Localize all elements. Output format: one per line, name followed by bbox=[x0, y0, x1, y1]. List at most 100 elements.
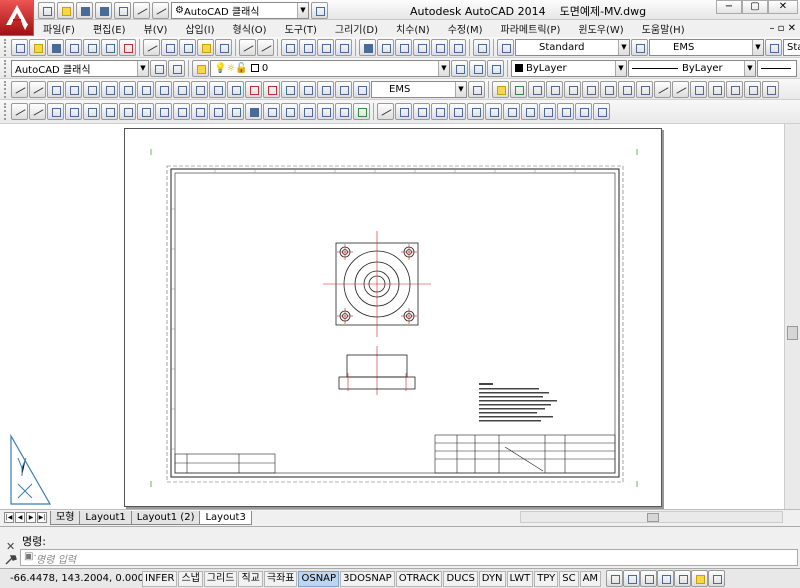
toolbar-grip[interactable] bbox=[4, 103, 8, 120]
table-icon[interactable] bbox=[317, 103, 334, 120]
color-combo[interactable]: ByLayer ▼ bbox=[511, 59, 627, 77]
offset-icon[interactable] bbox=[546, 80, 563, 98]
vertical-scrollbar[interactable] bbox=[784, 124, 800, 509]
stretch-icon[interactable] bbox=[636, 80, 653, 98]
first-tab-icon[interactable]: |◀ bbox=[4, 512, 14, 523]
menu-draw[interactable]: 그리기(D) bbox=[326, 21, 387, 36]
layer-match-icon[interactable] bbox=[487, 59, 504, 77]
tab-layout1-2[interactable]: Layout1 (2) bbox=[130, 510, 201, 525]
prev-tab-icon[interactable]: ◀ bbox=[15, 512, 25, 523]
make-current-icon[interactable] bbox=[451, 59, 468, 77]
properties-icon[interactable] bbox=[359, 38, 376, 56]
application-menu-button[interactable]: ▼ bbox=[0, 0, 34, 36]
jogged-dim-icon[interactable] bbox=[101, 80, 118, 98]
layer-properties-icon[interactable] bbox=[192, 59, 209, 77]
table-style-combo[interactable]: Star bbox=[783, 38, 800, 56]
jogged-linear-icon[interactable] bbox=[299, 80, 316, 98]
dim-edit-icon[interactable] bbox=[317, 80, 334, 98]
status-ducs[interactable]: DUCS bbox=[443, 570, 478, 587]
save-as-icon[interactable] bbox=[95, 2, 112, 19]
isolate-objects-icon[interactable] bbox=[691, 570, 709, 587]
undo-icon[interactable] bbox=[133, 2, 150, 19]
tool-palettes-icon[interactable] bbox=[395, 38, 412, 56]
layer-previous-icon[interactable] bbox=[469, 59, 486, 77]
make-block-icon[interactable] bbox=[227, 103, 244, 120]
block-editor-icon[interactable] bbox=[215, 38, 232, 56]
status-grid[interactable]: 그리드 bbox=[203, 570, 238, 587]
explode-icon[interactable] bbox=[762, 80, 779, 98]
move-icon[interactable] bbox=[582, 80, 599, 98]
menu-dimension[interactable]: 치수(N) bbox=[387, 21, 439, 36]
tab-layout3[interactable]: Layout3 bbox=[199, 510, 252, 525]
construction-line-icon[interactable] bbox=[29, 103, 46, 120]
ucs-object-icon[interactable] bbox=[449, 103, 466, 120]
extend-icon[interactable] bbox=[672, 80, 689, 98]
ucs-z-axis-icon[interactable] bbox=[503, 103, 520, 120]
ucs-world-icon[interactable] bbox=[395, 103, 412, 120]
toolbar-grip[interactable] bbox=[4, 80, 8, 98]
open-icon[interactable] bbox=[29, 38, 46, 56]
baseline-dim-icon[interactable] bbox=[173, 80, 190, 98]
array-icon[interactable] bbox=[564, 80, 581, 98]
minimize-button[interactable]: − bbox=[716, 0, 742, 14]
lineweight-combo[interactable] bbox=[757, 59, 797, 77]
polyline-icon[interactable] bbox=[47, 103, 64, 120]
layout-paper[interactable] bbox=[124, 128, 662, 507]
status-ortho[interactable]: 직교 bbox=[238, 570, 263, 587]
help-icon[interactable] bbox=[473, 38, 490, 56]
table-style-icon[interactable] bbox=[765, 38, 782, 56]
gradient-icon[interactable] bbox=[281, 103, 298, 120]
mirror-icon[interactable] bbox=[528, 80, 545, 98]
design-center-icon[interactable] bbox=[377, 38, 394, 56]
ellipse-arc-icon[interactable] bbox=[191, 103, 208, 120]
coordinate-readout[interactable]: -66.4478, 143.2004, 0.0000 bbox=[0, 573, 150, 584]
radius-dim-icon[interactable] bbox=[83, 80, 100, 98]
status-lwt[interactable]: LWT bbox=[506, 570, 534, 587]
region-icon[interactable] bbox=[299, 103, 316, 120]
redo-icon[interactable] bbox=[152, 2, 169, 19]
dim-style-combo-2[interactable]: EMS ▼ bbox=[371, 80, 467, 98]
dim-text-edit-icon[interactable] bbox=[335, 80, 352, 98]
fillet-icon[interactable] bbox=[744, 80, 761, 98]
ordinate-dim-icon[interactable] bbox=[65, 80, 82, 98]
sheet-set-icon[interactable] bbox=[413, 38, 430, 56]
menu-tools[interactable]: 도구(T) bbox=[276, 21, 326, 36]
copy-object-icon[interactable] bbox=[510, 80, 527, 98]
toolbar-grip[interactable] bbox=[4, 59, 8, 77]
status-osnap[interactable]: OSNAP bbox=[298, 570, 340, 587]
publish-icon[interactable] bbox=[101, 38, 118, 56]
paste-icon[interactable] bbox=[179, 38, 196, 56]
dim-style-icon[interactable] bbox=[631, 38, 648, 56]
circle-icon[interactable] bbox=[119, 103, 136, 120]
dim-style-manager-icon[interactable] bbox=[468, 80, 485, 98]
toolbar-lock-icon[interactable] bbox=[708, 570, 726, 587]
markup-icon[interactable] bbox=[431, 38, 448, 56]
status-tpy[interactable]: TPY bbox=[534, 570, 559, 587]
zoom-previous-icon[interactable] bbox=[335, 38, 352, 56]
linear-dim-icon[interactable] bbox=[11, 80, 28, 98]
chamfer-icon[interactable] bbox=[726, 80, 743, 98]
ucs-icon[interactable] bbox=[377, 103, 394, 120]
new-icon[interactable] bbox=[11, 38, 28, 56]
quick-view-layouts-icon[interactable] bbox=[623, 570, 641, 587]
continue-dim-icon[interactable] bbox=[191, 80, 208, 98]
print-icon[interactable] bbox=[114, 2, 131, 19]
status-otrack[interactable]: OTRACK bbox=[395, 570, 443, 587]
new-file-icon[interactable] bbox=[38, 2, 55, 19]
ucs-y-icon[interactable] bbox=[557, 103, 574, 120]
trim-icon[interactable] bbox=[654, 80, 671, 98]
menu-format[interactable]: 형식(O) bbox=[224, 21, 276, 36]
dim-break-icon[interactable] bbox=[227, 80, 244, 98]
ucs-x-icon[interactable] bbox=[539, 103, 556, 120]
menu-help[interactable]: 도움말(H) bbox=[633, 21, 694, 36]
close-button[interactable]: ✕ bbox=[768, 0, 798, 14]
ellipse-icon[interactable] bbox=[173, 103, 190, 120]
wrench-icon[interactable] bbox=[5, 555, 17, 565]
insert-block-icon[interactable] bbox=[209, 103, 226, 120]
scale-icon[interactable] bbox=[618, 80, 635, 98]
status-sc[interactable]: SC bbox=[559, 570, 579, 587]
diameter-dim-icon[interactable] bbox=[119, 80, 136, 98]
3d-dwf-icon[interactable] bbox=[119, 38, 136, 56]
erase-icon[interactable] bbox=[492, 80, 509, 98]
add-selected-icon[interactable] bbox=[353, 103, 370, 120]
